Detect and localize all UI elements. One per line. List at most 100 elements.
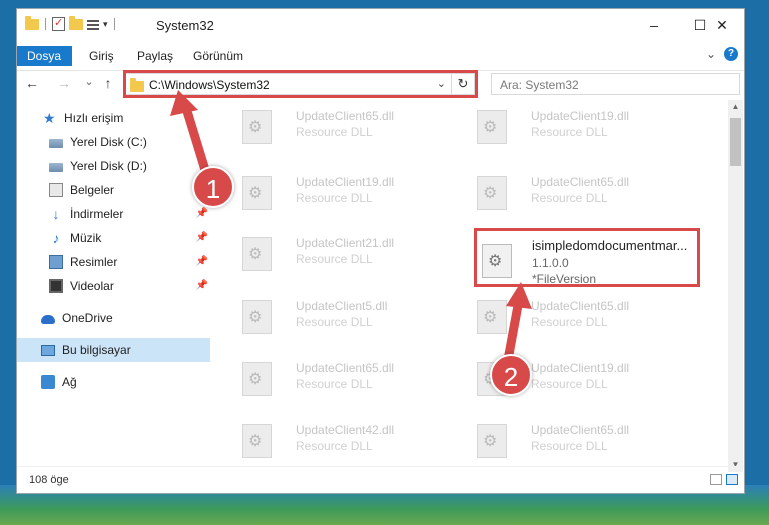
dll-file-icon — [477, 110, 507, 144]
sidebar-item-videos[interactable]: Videolar 📌 — [17, 274, 212, 298]
recent-locations-icon[interactable]: ⌄ — [80, 75, 98, 88]
sidebar-item-onedrive[interactable]: OneDrive — [17, 306, 212, 330]
file-description: Resource DLL — [296, 252, 373, 266]
file-tile[interactable]: UpdateClient42.dll Resource DLL — [222, 414, 432, 462]
scroll-up-icon[interactable]: ▲ — [728, 100, 743, 114]
address-folder-icon — [130, 78, 144, 92]
tab-paylas[interactable]: Paylaş — [127, 46, 183, 66]
sidebar-item-label: Bu bilgisayar — [62, 343, 131, 357]
file-name: UpdateClient19.dll — [296, 175, 395, 189]
sidebar-item-label: Belgeler — [70, 183, 115, 197]
navigation-bar: ← → ⌄ ↑ C:\Windows\System32 ⌄ ↻ — [17, 70, 744, 99]
network-icon — [41, 375, 55, 389]
vertical-scrollbar[interactable]: ▲ ▼ — [728, 100, 743, 472]
file-tile[interactable]: UpdateClient65.dll Resource DLL — [457, 166, 667, 214]
dll-file-icon — [242, 176, 272, 210]
sidebar-item-label: Resimler — [70, 255, 118, 269]
sidebar-item-disk-d[interactable]: Yerel Disk (D:) — [17, 154, 212, 178]
help-icon[interactable]: ? — [724, 47, 738, 61]
sidebar-item-disk-c[interactable]: Yerel Disk (C:) — [17, 130, 212, 154]
dll-file-icon — [242, 362, 272, 396]
star-icon: ★ — [43, 110, 56, 126]
pin-icon[interactable]: 📌 — [196, 280, 208, 291]
quick-access-toolbar: ▾ — [25, 15, 117, 31]
file-version: 1.1.0.0 — [532, 256, 569, 270]
folder-icon — [25, 15, 39, 30]
file-tile[interactable]: UpdateClient19.dll Resource DLL — [222, 166, 432, 214]
file-description: Resource DLL — [296, 125, 373, 139]
computer-icon — [41, 344, 55, 356]
sidebar-item-label: Ağ — [62, 375, 77, 389]
sidebar-item-network[interactable]: Ağ — [17, 370, 212, 394]
pin-icon[interactable]: 📌 — [196, 208, 208, 219]
sidebar-item-label: Videolar — [70, 279, 114, 293]
tab-dosya[interactable]: Dosya — [17, 46, 72, 66]
file-tile[interactable]: UpdateClient19.dll Resource DLL — [457, 352, 667, 400]
disk-icon — [49, 139, 63, 148]
file-tile[interactable]: UpdateClient65.dll Resource DLL — [457, 414, 667, 462]
sidebar-item-quick-access[interactable]: ★ Hızlı erişim — [17, 106, 212, 130]
file-description: *FileVersion — [532, 272, 597, 286]
tab-giris[interactable]: Giriş — [79, 46, 124, 66]
documents-icon — [49, 183, 63, 197]
settings-file-icon — [482, 244, 512, 278]
file-name: UpdateClient5.dll — [296, 299, 388, 313]
back-arrow-icon[interactable]: ← — [23, 75, 41, 91]
target-file-tile[interactable]: isimpledomdocumentmar... 1.1.0.0 *FileVe… — [477, 234, 697, 292]
disk-icon — [49, 163, 63, 172]
up-arrow-icon[interactable]: ↑ — [99, 75, 117, 91]
tiles-view-icon[interactable] — [726, 474, 738, 485]
videos-icon — [49, 279, 63, 293]
ribbon-tabs: Dosya Giriş Paylaş Görünüm ⌄ ? — [17, 43, 744, 66]
scroll-thumb[interactable] — [730, 118, 741, 166]
search-box[interactable] — [491, 73, 740, 95]
file-description: Resource DLL — [296, 191, 373, 205]
sidebar-item-pictures[interactable]: Resimler 📌 — [17, 250, 212, 274]
file-description: Resource DLL — [531, 315, 608, 329]
title-bar: ▾ System32 – ☐ ✕ — [17, 9, 744, 43]
file-tile[interactable]: UpdateClient5.dll Resource DLL — [222, 290, 432, 338]
minimize-button[interactable]: – — [631, 9, 677, 41]
sidebar-item-downloads[interactable]: ↓ İndirmeler 📌 — [17, 202, 212, 226]
file-description: Resource DLL — [531, 377, 608, 391]
window-title: System32 — [156, 18, 214, 33]
sidebar-item-this-pc[interactable]: Bu bilgisayar — [17, 338, 210, 362]
view-switcher — [710, 474, 738, 485]
downloads-icon: ↓ — [52, 206, 60, 222]
file-tile[interactable]: UpdateClient65.dll Resource DLL — [222, 352, 432, 400]
new-folder-icon[interactable] — [69, 15, 83, 30]
pin-icon[interactable]: 📌 — [196, 256, 208, 267]
file-tile[interactable]: UpdateClient65.dll Resource DLL — [457, 290, 667, 338]
address-path[interactable]: C:\Windows\System32 — [149, 78, 270, 92]
refresh-icon[interactable]: ↻ — [451, 74, 474, 94]
file-list: UpdateClient65.dll Resource DLL UpdateCl… — [212, 100, 727, 465]
address-dropdown-icon[interactable]: ⌄ — [437, 77, 446, 90]
details-view-icon[interactable] — [710, 474, 722, 485]
file-name: UpdateClient65.dll — [531, 299, 630, 313]
close-button[interactable]: ✕ — [699, 9, 745, 41]
file-tile[interactable]: UpdateClient21.dll Resource DLL — [222, 227, 432, 275]
tab-gorunum[interactable]: Görünüm — [183, 46, 253, 66]
explorer-window: ▾ System32 – ☐ ✕ Dosya Giriş Paylaş Görü… — [16, 8, 745, 494]
status-bar: 108 öge — [17, 466, 744, 493]
ribbon-controls: ⌄ ? — [706, 47, 738, 61]
sidebar-item-label: İndirmeler — [70, 207, 124, 221]
ribbon-expand-icon[interactable]: ⌄ — [706, 47, 716, 61]
file-tile[interactable]: UpdateClient65.dll Resource DLL — [222, 100, 432, 148]
sidebar-item-documents[interactable]: Belgeler — [17, 178, 212, 202]
pin-icon[interactable]: 📌 — [196, 232, 208, 243]
file-name: UpdateClient19.dll — [531, 361, 630, 375]
file-tile[interactable]: UpdateClient19.dll Resource DLL — [457, 100, 667, 148]
customize-icon[interactable] — [87, 18, 99, 30]
sidebar-item-music[interactable]: ♪ Müzik 📌 — [17, 226, 212, 250]
properties-check-icon[interactable] — [52, 16, 65, 31]
navigation-pane: ★ Hızlı erişim Yerel Disk (C:) Yerel Dis… — [17, 106, 212, 466]
dll-file-icon — [477, 424, 507, 458]
file-name: UpdateClient65.dll — [296, 361, 395, 375]
toolbar-dropdown-icon[interactable]: ▾ — [103, 19, 108, 30]
address-bar[interactable]: C:\Windows\System32 ⌄ ↻ — [123, 73, 475, 95]
forward-arrow-icon[interactable]: → — [55, 75, 73, 91]
search-input[interactable] — [498, 75, 702, 95]
file-description: Resource DLL — [531, 125, 608, 139]
dll-file-icon — [242, 110, 272, 144]
